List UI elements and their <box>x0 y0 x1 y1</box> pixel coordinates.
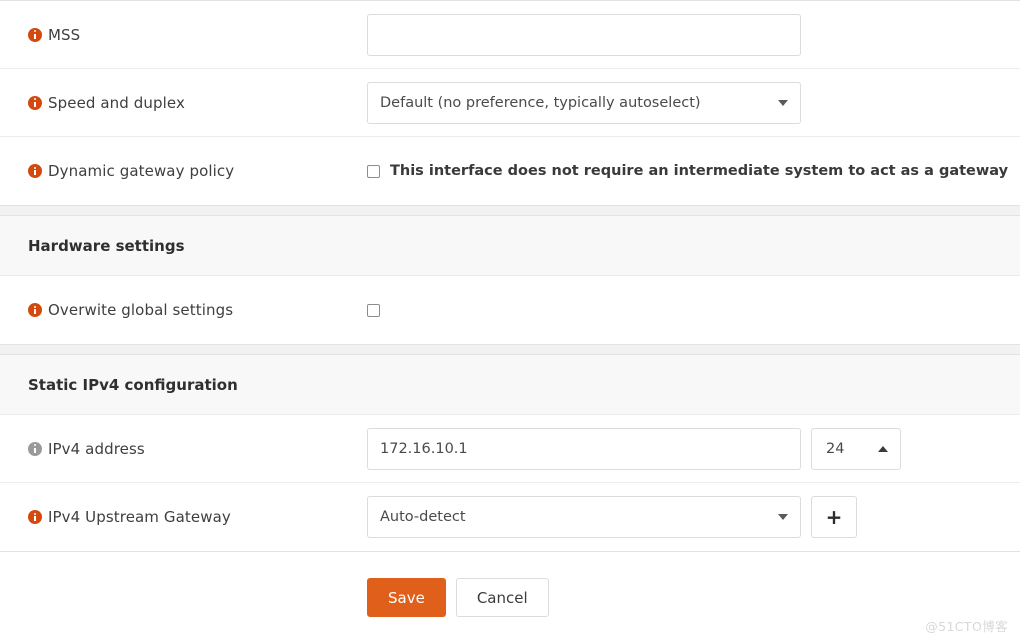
chevron-up-icon <box>878 445 888 452</box>
save-button[interactable]: Save <box>367 578 446 617</box>
label-text: MSS <box>48 25 81 44</box>
label-text: Speed and duplex <box>48 93 185 112</box>
label-dynamic-gateway-policy: Dynamic gateway policy <box>0 162 367 180</box>
dynamic-gateway-checkbox-wrap[interactable]: This interface does not require an inter… <box>367 163 1008 179</box>
info-icon[interactable] <box>28 27 42 42</box>
settings-page: MSS Speed and duplex Default (no prefere… <box>0 0 1020 643</box>
info-icon[interactable] <box>28 95 42 110</box>
form-actions: Save Cancel @51CTO博客 <box>0 552 1020 643</box>
interface-settings-panel: MSS Speed and duplex Default (no prefere… <box>0 0 1020 206</box>
speed-duplex-select[interactable]: Default (no preference, typically autose… <box>367 81 801 124</box>
info-icon[interactable] <box>28 164 42 178</box>
ipv4-prefix-value: 24 <box>826 440 845 457</box>
ipv4-prefix-stepper[interactable]: 24 <box>811 427 901 470</box>
label-overwite-global-settings: Overwite global settings <box>0 301 367 319</box>
watermark: @51CTO博客 <box>925 619 1008 634</box>
overwite-global-settings-checkbox[interactable] <box>367 303 380 317</box>
row-speed-and-duplex: Speed and duplex Default (no preference,… <box>0 69 1020 137</box>
chevron-down-icon <box>778 514 788 520</box>
info-icon[interactable] <box>28 441 42 456</box>
save-button-label: Save <box>388 588 425 607</box>
cancel-button-label: Cancel <box>476 588 528 607</box>
label-mss: MSS <box>0 26 367 44</box>
ipv4-address-input[interactable] <box>367 427 801 470</box>
row-dynamic-gateway-policy: Dynamic gateway policy This interface do… <box>0 137 1020 205</box>
field-speed-and-duplex: Default (no preference, typically autose… <box>367 81 1020 124</box>
field-dynamic-gateway-policy: This interface does not require an inter… <box>367 163 1020 179</box>
static-ipv4-configuration-panel: Static IPv4 configuration IPv4 address 2… <box>0 354 1020 552</box>
section-header-hardware-settings: Hardware settings <box>0 216 1020 276</box>
field-ipv4-address: 24 <box>367 427 1020 470</box>
hardware-settings-panel: Hardware settings Overwite global settin… <box>0 215 1020 345</box>
mss-input[interactable] <box>367 13 801 56</box>
row-overwite-global-settings: Overwite global settings <box>0 276 1020 344</box>
section-title: Static IPv4 configuration <box>28 375 238 394</box>
label-text: IPv4 Upstream Gateway <box>48 508 231 526</box>
chevron-down-icon <box>778 99 788 106</box>
speed-duplex-value: Default (no preference, typically autose… <box>380 94 701 111</box>
dynamic-gateway-checkbox-label: This interface does not require an inter… <box>390 163 1009 179</box>
label-text: IPv4 address <box>48 439 145 458</box>
info-icon[interactable] <box>28 303 42 317</box>
plus-icon: + <box>825 505 843 529</box>
label-text: Overwite global settings <box>48 301 234 319</box>
row-ipv4-address: IPv4 address 24 <box>0 415 1020 483</box>
section-title: Hardware settings <box>28 236 185 255</box>
info-icon[interactable] <box>28 510 42 524</box>
add-gateway-button[interactable]: + <box>811 496 857 538</box>
label-ipv4-upstream-gateway: IPv4 Upstream Gateway <box>0 508 367 526</box>
ipv4-upstream-gateway-select[interactable]: Auto-detect <box>367 496 801 538</box>
dynamic-gateway-checkbox[interactable] <box>367 164 380 178</box>
field-overwite-global-settings <box>367 303 1020 317</box>
row-ipv4-upstream-gateway: IPv4 Upstream Gateway Auto-detect + <box>0 483 1020 551</box>
section-header-static-ipv4-configuration: Static IPv4 configuration <box>0 355 1020 415</box>
cancel-button[interactable]: Cancel <box>455 578 549 617</box>
field-ipv4-upstream-gateway: Auto-detect + <box>367 496 1020 538</box>
label-ipv4-address: IPv4 address <box>0 440 367 458</box>
field-mss <box>367 13 1020 56</box>
ipv4-upstream-gateway-value: Auto-detect <box>380 509 466 525</box>
row-mss: MSS <box>0 1 1020 69</box>
label-speed-and-duplex: Speed and duplex <box>0 94 367 112</box>
label-text: Dynamic gateway policy <box>48 162 235 180</box>
